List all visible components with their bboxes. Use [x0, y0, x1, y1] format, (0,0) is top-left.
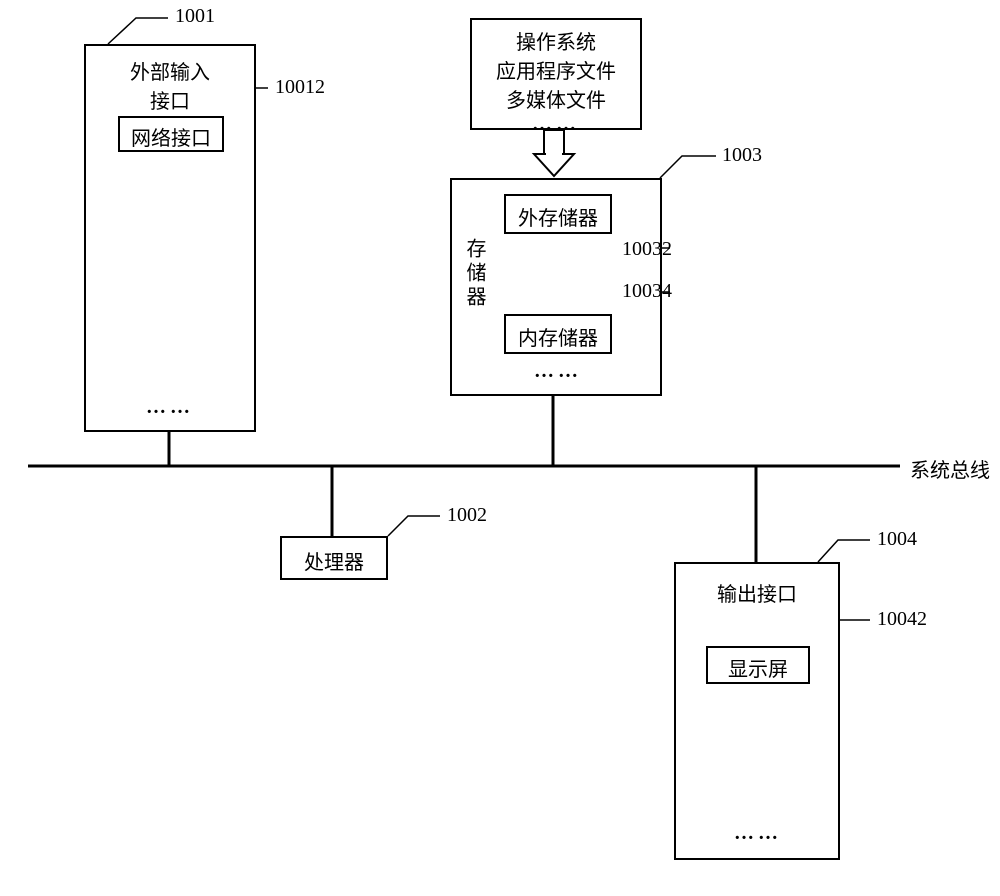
- display-box: 显示屏: [706, 646, 810, 684]
- external-storage-box: 外存储器: [504, 194, 612, 234]
- diagram-canvas: 系统总线 外部输入 接口 网络接口 …… 1001 10012 操作系统 应用程…: [0, 0, 1000, 896]
- ref-10042: 10042: [877, 608, 927, 631]
- internal-storage-label: 内存储器: [506, 322, 610, 351]
- ref-10034: 10034: [622, 280, 672, 303]
- output-ellipsis: ……: [734, 822, 782, 845]
- ref-1001: 1001: [175, 5, 215, 28]
- arrow-files-to-storage: [534, 130, 574, 176]
- output-block: 输出接口 显示屏 ……: [674, 562, 840, 860]
- network-interface-box: 网络接口: [118, 116, 224, 152]
- internal-storage-box: 内存储器: [504, 314, 612, 354]
- ref-1003: 1003: [722, 144, 762, 167]
- files-ellipsis: ……: [472, 113, 640, 136]
- ref-10012: 10012: [275, 76, 325, 99]
- ref-1004: 1004: [877, 528, 917, 551]
- processor-label: 处理器: [282, 546, 386, 575]
- storage-side-label: 存储器: [460, 238, 489, 310]
- network-interface-label: 网络接口: [120, 122, 222, 151]
- files-box: 操作系统 应用程序文件 多媒体文件 ……: [470, 18, 642, 130]
- storage-ellipsis: ……: [534, 360, 582, 383]
- external-input-block: 外部输入 接口 网络接口 ……: [84, 44, 256, 432]
- external-input-ellipsis: ……: [146, 396, 194, 419]
- bus-label: 系统总线: [910, 454, 990, 483]
- files-l1: 操作系统: [472, 26, 640, 55]
- ref-10032: 10032: [622, 238, 672, 261]
- external-input-title-2: 接口: [86, 85, 254, 114]
- display-label: 显示屏: [708, 653, 808, 682]
- external-storage-label: 外存储器: [506, 202, 610, 231]
- output-title: 输出接口: [676, 578, 838, 607]
- ref-1002: 1002: [447, 504, 487, 527]
- processor-box: 处理器: [280, 536, 388, 580]
- files-l3: 多媒体文件: [472, 84, 640, 113]
- files-l2: 应用程序文件: [472, 55, 640, 84]
- external-input-title-1: 外部输入: [86, 56, 254, 85]
